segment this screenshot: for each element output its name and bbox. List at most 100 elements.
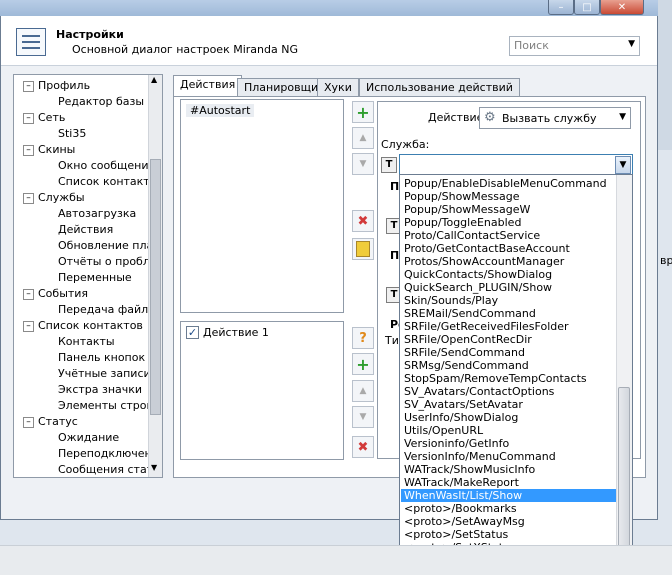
dropdown-option[interactable]: Utils/OpenURL	[404, 424, 483, 437]
dropdown-option[interactable]: WATrack/ShowMusicInfo	[404, 463, 535, 476]
tree-item[interactable]: Службы	[38, 190, 85, 206]
options-tree[interactable]: – Профиль Редактор базы – Сеть Sti35– Скины Окн…	[13, 74, 163, 478]
close-button[interactable]: ✕	[600, 0, 644, 15]
expander-icon[interactable]: –	[23, 113, 34, 124]
scroll-thumb[interactable]	[150, 159, 161, 415]
page-subtitle: Основной диалог настроек Miranda NG	[72, 43, 298, 56]
chevron-down-icon[interactable]: ▼	[628, 39, 635, 49]
dropdown-option[interactable]: SRFile/OpenContRecDir	[404, 333, 532, 346]
text-mode-button[interactable]: T	[381, 157, 397, 173]
move-up-button[interactable]: ▲	[352, 127, 374, 149]
action-type-value: Вызвать службу	[502, 112, 597, 125]
dropdown-option[interactable]: UserInfo/ShowDialog	[404, 411, 518, 424]
gear-icon: ⚙	[484, 110, 496, 125]
tree-item[interactable]: Элементы строк	[58, 398, 153, 414]
list-item[interactable]: #Autostart	[186, 104, 255, 117]
minimize-button[interactable]: –	[548, 0, 574, 15]
tree-item[interactable]: Переменные	[58, 270, 132, 286]
tree-item[interactable]: Панель кнопок	[58, 350, 145, 366]
action-move-down-button[interactable]: ▼	[352, 406, 374, 428]
tree-item[interactable]: Ожидание	[58, 430, 119, 446]
dropdown-option[interactable]: VersionInfo/MenuCommand	[404, 450, 556, 463]
tree-item[interactable]: Переподключени	[58, 446, 159, 462]
tree-item[interactable]: Sti35	[58, 126, 86, 142]
action-checkbox[interactable]: ✓	[186, 326, 199, 339]
dropdown-option[interactable]: <proto>/SetAwayMsg	[404, 515, 525, 528]
search-placeholder: Поиск	[514, 39, 549, 52]
dropdown-scroll-thumb[interactable]	[618, 387, 630, 547]
expander-icon[interactable]: –	[23, 193, 34, 204]
dropdown-option[interactable]: Proto/GetContactBaseAccount	[404, 242, 570, 255]
tree-item[interactable]: Сообщения стату	[58, 462, 160, 477]
tree-item[interactable]: Действия	[58, 222, 113, 238]
tree-item[interactable]: Скины	[38, 142, 75, 158]
dropdown-option[interactable]: SV_Avatars/ContactOptions	[404, 385, 554, 398]
tree-item[interactable]: Отчёты о пробле	[58, 254, 157, 270]
tree-item[interactable]: События	[38, 286, 88, 302]
tree-item[interactable]: Окно сообщений	[58, 158, 156, 174]
action-move-up-button[interactable]: ▲	[352, 380, 374, 402]
dropdown-option[interactable]: Popup/ShowMessage	[404, 190, 520, 203]
maximize-button[interactable]: □	[574, 0, 600, 15]
move-down-button[interactable]: ▼	[352, 153, 374, 175]
chevron-down-icon[interactable]: ▼	[615, 156, 631, 174]
service-dropdown-list[interactable]: Popup/EnableDisableMenuCommand Popup/Show…	[399, 174, 633, 568]
macro-list[interactable]: #Autostart	[180, 99, 344, 313]
service-combobox[interactable]: ▼	[399, 154, 633, 175]
dropdown-option[interactable]: Popup/ShowMessageW	[404, 203, 530, 216]
dropdown-option[interactable]: StopSpam/RemoveTempContacts	[404, 372, 587, 385]
dropdown-option[interactable]: Proto/CallContactService	[404, 229, 540, 242]
dropdown-option[interactable]: SRFile/GetReceivedFilesFolder	[404, 320, 569, 333]
expander-icon[interactable]: –	[23, 81, 34, 92]
dropdown-option[interactable]: <proto>/SetStatus	[404, 528, 508, 541]
dropdown-option[interactable]: WATrack/MakeReport	[404, 476, 519, 489]
expander-icon[interactable]: –	[23, 145, 34, 156]
dropdown-option[interactable]: SRMsg/SendCommand	[404, 359, 529, 372]
background-window-bar	[0, 545, 672, 575]
tree-item[interactable]: Автозагрузка	[58, 206, 136, 222]
scroll-down-icon[interactable]: ▼	[151, 463, 157, 472]
delete-action-button[interactable]: ✖	[352, 436, 374, 458]
tree-item[interactable]: Список контактов	[38, 318, 143, 334]
tree-item[interactable]: Экстра значки	[58, 382, 142, 398]
search-combobox[interactable]: Поиск ▼	[509, 36, 640, 56]
tree-item[interactable]: Статус	[38, 414, 78, 430]
service-label: Служба:	[381, 138, 430, 151]
tree-item[interactable]: Сеть	[38, 110, 65, 126]
dropdown-option[interactable]: Versioninfo/GetInfo	[404, 437, 509, 450]
delete-macro-button[interactable]: ✖	[352, 210, 374, 232]
expander-icon[interactable]: –	[23, 417, 34, 428]
chevron-down-icon[interactable]: ▼	[619, 112, 626, 122]
dropdown-option[interactable]: <proto>/Bookmarks	[404, 502, 517, 515]
dropdown-option[interactable]: WhenWasIt/List/Show	[401, 489, 618, 502]
add-action-button[interactable]: +	[352, 353, 374, 375]
dropdown-option[interactable]: SRFile/SendCommand	[404, 346, 525, 359]
dropdown-option[interactable]: Skin/Sounds/Play	[404, 294, 498, 307]
tree-item[interactable]: Обновление плаг	[58, 238, 159, 254]
dropdown-option[interactable]: SV_Avatars/SetAvatar	[404, 398, 523, 411]
scroll-up-icon[interactable]: ▲	[151, 75, 157, 84]
tree-item[interactable]: Контакты	[58, 334, 115, 350]
background-window-text: вр	[660, 254, 672, 267]
options-dialog-icon	[16, 28, 46, 56]
dropdown-option[interactable]: QuickSearch_PLUGIN/Show	[404, 281, 552, 294]
action-list[interactable]: ✓ Действие 1	[180, 321, 344, 460]
dropdown-option[interactable]: Popup/EnableDisableMenuCommand	[404, 177, 607, 190]
tree-item[interactable]: Учётные записи	[58, 366, 151, 382]
tree-item[interactable]: Редактор базы	[58, 94, 144, 110]
edit-macro-button[interactable]	[352, 238, 374, 260]
dropdown-option[interactable]: QuickContacts/ShowDialog	[404, 268, 552, 281]
expander-icon[interactable]: –	[23, 289, 34, 300]
tree-scrollbar[interactable]: ▲ ▼	[148, 75, 162, 477]
dropdown-option[interactable]: Popup/ToggleEnabled	[404, 216, 521, 229]
add-macro-button[interactable]: +	[352, 101, 374, 123]
help-button[interactable]: ?	[352, 327, 374, 349]
dropdown-option[interactable]: Protos/ShowAccountManager	[404, 255, 564, 268]
expander-icon[interactable]: –	[23, 321, 34, 332]
tree-item[interactable]: Передача файлов	[58, 302, 161, 318]
list-item[interactable]: Действие 1	[203, 326, 269, 339]
tree-item[interactable]: Профиль	[38, 78, 90, 94]
page-title: Настройки	[56, 28, 124, 41]
dropdown-option[interactable]: SREMail/SendCommand	[404, 307, 536, 320]
action-type-select[interactable]: ⚙ Вызвать службу ▼	[479, 107, 631, 129]
